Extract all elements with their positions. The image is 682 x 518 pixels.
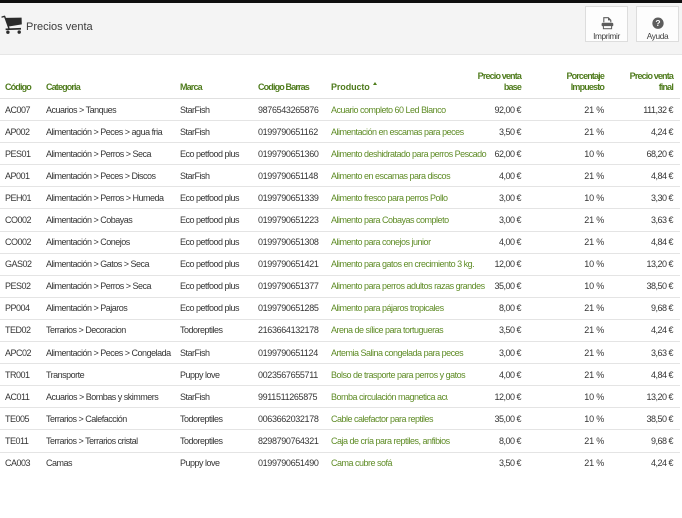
svg-text:?: ? bbox=[655, 18, 660, 28]
